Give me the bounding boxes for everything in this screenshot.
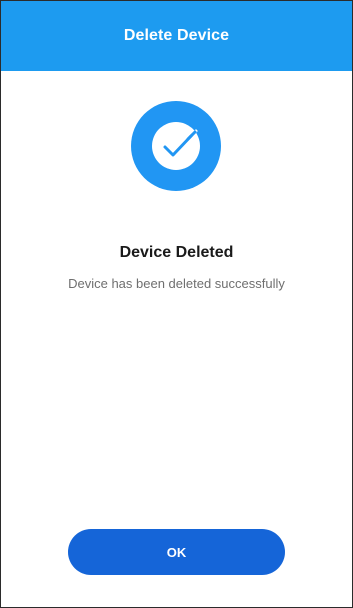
status-message: Device has been deleted successfully <box>68 276 285 291</box>
page-title: Delete Device <box>123 27 230 44</box>
status-title: Device Deleted <box>119 244 234 261</box>
check-circle-icon <box>131 101 221 191</box>
header-bar: Delete Device <box>1 1 352 71</box>
checkmark-icon <box>152 122 200 170</box>
delete-device-screen: Delete Device Device Deleted Device has … <box>0 0 353 608</box>
ok-button[interactable]: OK <box>68 529 285 575</box>
